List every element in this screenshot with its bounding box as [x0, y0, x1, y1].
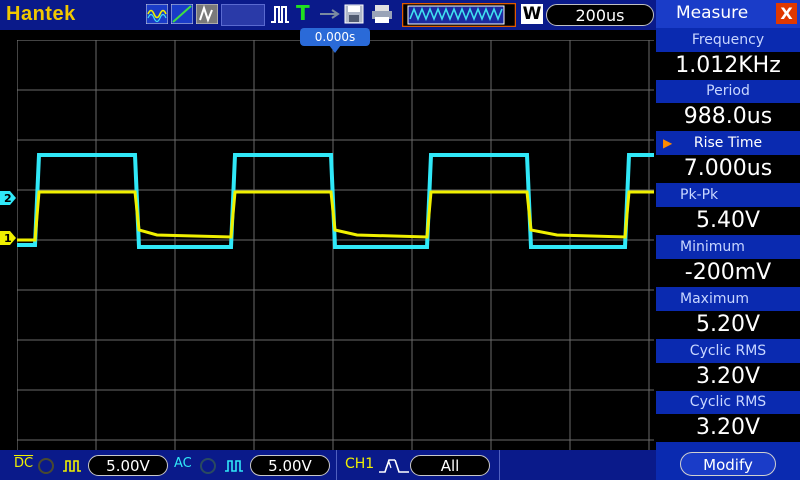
- pulse-icon: [271, 6, 289, 23]
- close-button[interactable]: X: [776, 3, 797, 24]
- usb-icon: [320, 9, 340, 19]
- trigger-source[interactable]: CH1: [345, 456, 374, 472]
- bottom-status-bar: DC 5.00V AC 5.00V CH1 All: [0, 450, 656, 480]
- channel-2-trace: [17, 153, 654, 249]
- bottom-divider-2: [499, 450, 500, 480]
- ch2-bandwidth-icon: [200, 458, 216, 474]
- t-icon: T: [296, 1, 310, 25]
- bottom-divider: [336, 450, 337, 480]
- measure-label-pk-pk: Pk-Pk: [680, 187, 719, 203]
- waveform-display[interactable]: [17, 40, 654, 450]
- measure-panel-header: Measure X: [656, 0, 800, 28]
- measure-label-cyclic-rms-1: Cyclic RMS: [689, 343, 767, 359]
- ch2-invert-icon: [225, 460, 243, 472]
- measure-panel: Measure X Frequency 1.012KHz Period 988.…: [656, 0, 800, 480]
- status-box: [221, 4, 265, 26]
- printer-icon[interactable]: [371, 4, 393, 24]
- w-icon[interactable]: W: [521, 4, 543, 24]
- channel-2-marker[interactable]: 2: [0, 191, 16, 205]
- line-icon[interactable]: [171, 4, 193, 24]
- measure-label-minimum: Minimum: [680, 239, 745, 255]
- ch2-coupling-ac[interactable]: AC: [174, 456, 192, 471]
- svg-text:1: 1: [4, 232, 12, 245]
- measure-item-rise-time[interactable]: ▶ Rise Time: [656, 132, 800, 154]
- measure-value-frequency[interactable]: 1.012KHz: [656, 52, 800, 80]
- measure-value-maximum[interactable]: 5.20V: [656, 311, 800, 339]
- measure-value-minimum[interactable]: -200mV: [656, 259, 800, 287]
- measure-label-maximum: Maximum: [680, 291, 749, 307]
- memory-depth-icon[interactable]: [402, 3, 516, 27]
- timebase-readout[interactable]: 200us: [546, 4, 654, 26]
- measure-label-period: Period: [706, 83, 750, 99]
- ch1-invert-icon: [63, 460, 81, 472]
- measure-label-rise-time: Rise Time: [693, 135, 763, 151]
- trigger-edge-icon: [379, 459, 409, 473]
- modify-button[interactable]: Modify: [680, 452, 776, 476]
- ch1-volts-per-div[interactable]: 5.00V: [88, 455, 168, 476]
- save-icon[interactable]: [344, 4, 364, 24]
- selected-arrow-icon: ▶: [663, 136, 673, 150]
- top-toolbar: Hantek T W 200us: [0, 0, 656, 30]
- measure-label-frequency: Frequency: [691, 32, 765, 48]
- persistence-icon[interactable]: [196, 4, 218, 24]
- svg-text:2: 2: [4, 192, 12, 205]
- measure-value-cyclic-rms-1[interactable]: 3.20V: [656, 363, 800, 391]
- channel-1-marker[interactable]: 1: [0, 231, 16, 245]
- trigger-position[interactable]: 0.000s: [300, 28, 370, 46]
- ch1-bandwidth-icon: [38, 458, 54, 474]
- measure-value-period[interactable]: 988.0us: [656, 103, 800, 131]
- trigger-pointer-icon: [329, 45, 341, 53]
- measure-value-rise-time[interactable]: 7.000us: [656, 155, 800, 183]
- measure-value-cyclic-rms-2[interactable]: 3.20V: [656, 414, 800, 442]
- ch2-volts-per-div[interactable]: 5.00V: [250, 455, 330, 476]
- measure-label-cyclic-rms-2: Cyclic RMS: [689, 394, 767, 410]
- measure-panel-title: Measure: [676, 3, 749, 23]
- waveform-icon[interactable]: [146, 4, 168, 24]
- brand-logo: Hantek: [6, 3, 76, 25]
- ch1-coupling-dc[interactable]: DC: [14, 456, 33, 471]
- measure-value-pk-pk[interactable]: 5.40V: [656, 207, 800, 235]
- trigger-mode[interactable]: All: [410, 455, 490, 476]
